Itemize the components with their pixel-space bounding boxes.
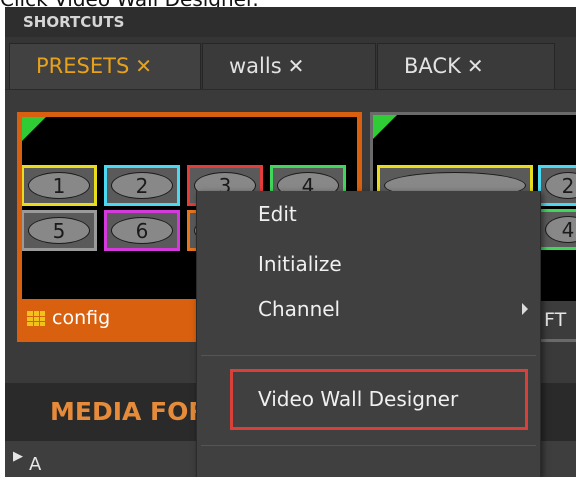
close-icon[interactable]: ✕: [135, 54, 152, 78]
grid-cell: 1: [22, 165, 97, 206]
expand-arrow-icon[interactable]: ▶: [13, 439, 23, 475]
cell-label: 2: [545, 172, 576, 199]
close-icon[interactable]: ✕: [288, 54, 305, 78]
menu-separator: [201, 355, 536, 356]
tab-walls-label: walls: [229, 54, 282, 78]
grid-cell: 4: [538, 209, 576, 250]
tab-back-label: BACK: [404, 54, 461, 78]
menu-item-video-wall-designer[interactable]: Video Wall Designer: [258, 381, 458, 417]
menu-item-channel[interactable]: Channel: [258, 291, 340, 327]
active-corner-icon: [373, 115, 397, 139]
grid-cell: 5: [22, 210, 97, 251]
grid-cell: 2: [538, 165, 576, 206]
tab-presets[interactable]: PRESETS ✕: [9, 43, 201, 89]
shortcuts-header: SHORTCUTS: [5, 7, 576, 37]
preset-name: FT: [544, 309, 567, 331]
video-wall-grid-icon: [27, 311, 45, 326]
context-menu: Edit Initialize Channel Video Wall Desig…: [196, 191, 541, 477]
tab-bar: PRESETS ✕ walls ✕ BACK ✕: [5, 37, 576, 90]
tree-row-label: A: [29, 454, 42, 475]
menu-separator: [201, 445, 536, 446]
cell-label: 4: [545, 216, 576, 243]
cell-label: 5: [28, 217, 90, 244]
preset-name: config: [52, 307, 111, 329]
grid-cell: 2: [104, 165, 180, 206]
tab-back[interactable]: BACK ✕: [377, 43, 555, 89]
cell-label: 2: [111, 172, 173, 199]
tab-presets-label: PRESETS: [36, 54, 130, 78]
tab-walls[interactable]: walls ✕: [202, 43, 376, 89]
close-icon[interactable]: ✕: [467, 54, 484, 78]
menu-item-initialize[interactable]: Initialize: [258, 246, 342, 282]
cell-label: 1: [28, 172, 90, 199]
cell-label: 6: [111, 217, 173, 244]
grid-cell: 6: [104, 210, 180, 251]
menu-item-edit[interactable]: Edit: [258, 196, 297, 232]
active-corner-icon: [22, 117, 46, 141]
submenu-arrow-icon: [522, 303, 528, 315]
